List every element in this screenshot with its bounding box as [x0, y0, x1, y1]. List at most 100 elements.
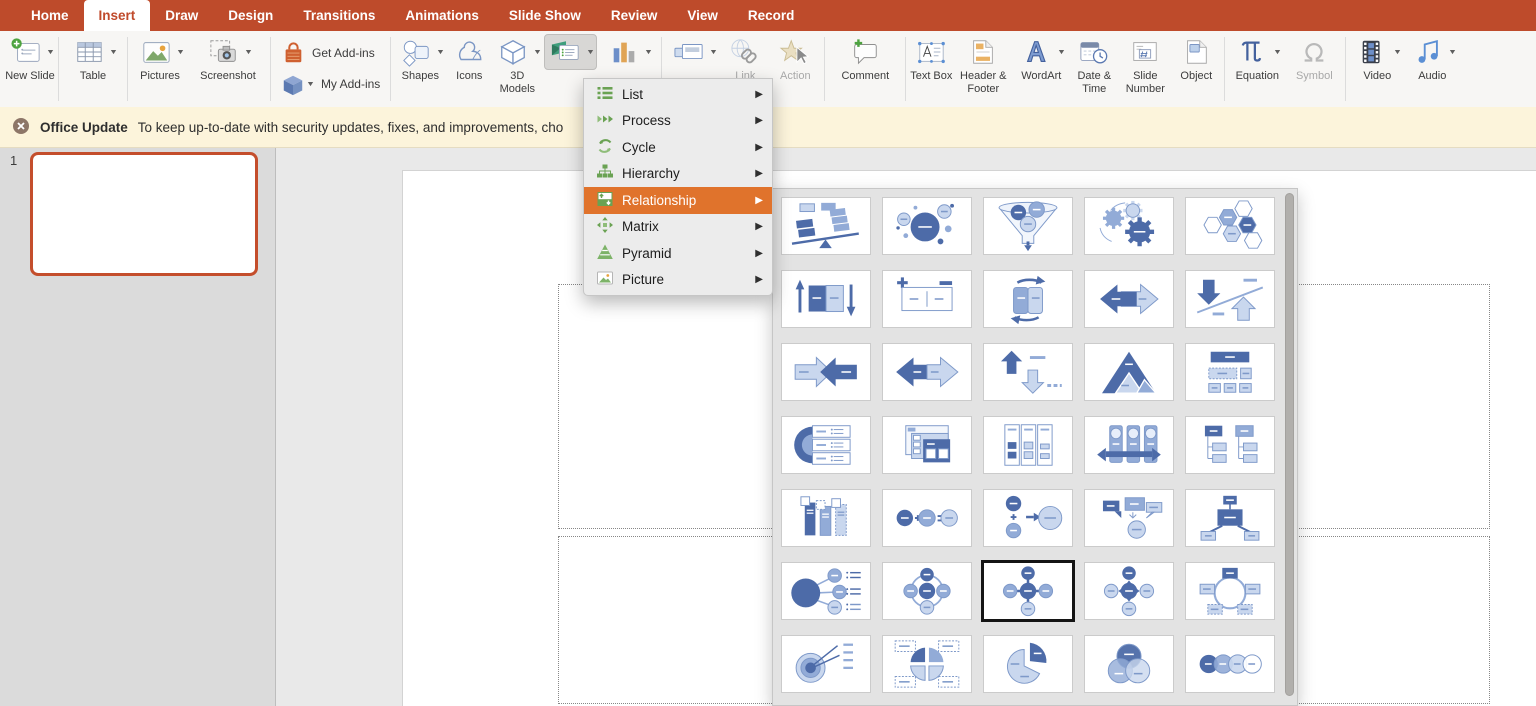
object-icon: [1177, 34, 1215, 70]
menu-item-list[interactable]: List▶: [584, 81, 772, 108]
ribbon-button-label: New Slide: [5, 70, 55, 83]
tab-home[interactable]: Home: [16, 0, 84, 31]
gallery-scrollbar[interactable]: [1285, 193, 1294, 701]
menu-item-matrix[interactable]: Matrix▶: [584, 214, 772, 241]
video-button[interactable]: ▼Video: [1349, 34, 1405, 104]
smartart-layout-converging-arrows[interactable]: [781, 343, 871, 401]
tab-draw[interactable]: Draw: [150, 0, 213, 31]
tab-transitions[interactable]: Transitions: [288, 0, 390, 31]
audio-button[interactable]: ▼Audio: [1405, 34, 1459, 104]
menu-item-process[interactable]: Process▶: [584, 108, 772, 135]
ribbon-button-label: WordArt: [1021, 70, 1061, 83]
smartart-layout-diverging-arrows[interactable]: [882, 343, 972, 401]
ribbon-separator: [1224, 37, 1225, 101]
tab-slide-show[interactable]: Slide Show: [494, 0, 596, 31]
header-footer-button[interactable]: Header & Footer: [953, 34, 1013, 104]
smartart-layout-basic-pie[interactable]: [983, 635, 1073, 693]
smartart-menu: List▶Process▶Cycle▶Hierarchy▶Relationshi…: [583, 78, 773, 296]
dropdown-caret-icon: ▼: [533, 49, 542, 56]
menu-item-hierarchy[interactable]: Hierarchy▶: [584, 161, 772, 188]
smartart-layout-callout-circle[interactable]: [1084, 489, 1174, 547]
smartart-layout-basic-venn[interactable]: [1084, 635, 1174, 693]
menu-item-relationship[interactable]: Relationship▶: [584, 187, 772, 214]
smartart-layout-counterbalance-arrows[interactable]: [781, 270, 871, 328]
table-button[interactable]: ▼Table: [62, 34, 124, 104]
smartart-layout-diverging-radial[interactable]: [983, 562, 1073, 620]
action-button: Action: [769, 34, 821, 104]
3d-models-button[interactable]: ▼3D Models: [492, 34, 542, 104]
smartart-layout-nested-frames[interactable]: [882, 416, 972, 474]
dropdown-caret-icon: ▼: [306, 81, 315, 88]
notification-title: Office Update: [40, 120, 128, 135]
smartart-layout-opposing-arrows[interactable]: [1084, 270, 1174, 328]
link-icon: [726, 34, 764, 70]
screenshot-button[interactable]: ▼Screenshot: [189, 34, 267, 104]
menu-item-picture[interactable]: Picture▶: [584, 267, 772, 294]
submenu-arrow-icon: ▶: [755, 89, 763, 100]
smartart-layout-quadrant-callouts[interactable]: [882, 635, 972, 693]
pictures-button[interactable]: ▼Pictures: [131, 34, 189, 104]
smartart-layout-paired-hierarchy[interactable]: [1185, 416, 1275, 474]
smartart-layout-half-circle-list[interactable]: [781, 416, 871, 474]
smartart-layout-reverse-cycle[interactable]: [983, 270, 1073, 328]
smartart-layout-segmented-pyramid[interactable]: [1084, 343, 1174, 401]
object-button[interactable]: Object: [1171, 34, 1221, 104]
ribbon-button-label: Table: [80, 70, 106, 83]
smartart-layout-balance[interactable]: [781, 197, 871, 255]
smartart-layout-basic-radial[interactable]: [882, 562, 972, 620]
smartart-layout-cycle-relationship[interactable]: [1185, 562, 1275, 620]
new-slide-button[interactable]: ▼New Slide: [5, 34, 55, 104]
smartart-layout-gear[interactable]: [1084, 197, 1174, 255]
smartart-layout-alternating-hexagons[interactable]: [1185, 197, 1275, 255]
smartart-layout-equation[interactable]: [882, 489, 972, 547]
slide-thumbnail[interactable]: [30, 152, 258, 276]
smartart-layout-radial-list[interactable]: [781, 562, 871, 620]
tab-insert[interactable]: Insert: [84, 0, 151, 31]
wordart-button[interactable]: ▼WordArt: [1013, 34, 1069, 104]
get-add-ins-button[interactable]: Get Add-ins: [281, 42, 380, 66]
smartart-layout-converging-radial[interactable]: [1084, 562, 1174, 620]
smartart-layout-vertical-equation[interactable]: [983, 489, 1073, 547]
submenu-arrow-icon: ▶: [755, 274, 763, 285]
smartart-layout-picture-column-arrows[interactable]: [1084, 416, 1174, 474]
icons-button[interactable]: Icons: [446, 34, 492, 104]
smartart-layout-up-down-arrows[interactable]: [983, 343, 1073, 401]
smartart-layout-vertical-column-list[interactable]: [983, 416, 1073, 474]
smartart-layout-picture-accent-bars[interactable]: [781, 489, 871, 547]
smartart-layout-stacked-list[interactable]: [1185, 343, 1275, 401]
tab-animations[interactable]: Animations: [390, 0, 494, 31]
ribbon-button-label: Header & Footer: [953, 70, 1013, 96]
slide-thumbnail-panel: 1: [0, 148, 276, 706]
menu-item-pyramid[interactable]: Pyramid▶: [584, 240, 772, 267]
tab-design[interactable]: Design: [213, 0, 288, 31]
dropdown-caret-icon: ▼: [1393, 49, 1402, 56]
smartart-layout-labeled-hierarchy[interactable]: [1185, 489, 1275, 547]
ribbon-button-label: Shapes: [402, 70, 439, 83]
icons-icon: [450, 34, 488, 70]
tab-record[interactable]: Record: [733, 0, 810, 31]
equation-button[interactable]: ▼Equation: [1228, 34, 1286, 104]
my-add-ins-button[interactable]: ▼My Add-ins: [281, 73, 380, 97]
smartart-layout-radial-target-list[interactable]: [781, 635, 871, 693]
tab-view[interactable]: View: [672, 0, 733, 31]
shapes-button[interactable]: ▼Shapes: [394, 34, 446, 104]
menu-item-cycle[interactable]: Cycle▶: [584, 134, 772, 161]
smartart-layout-funnel[interactable]: [983, 197, 1073, 255]
smartart-layout-plus-and-minus[interactable]: [882, 270, 972, 328]
menu-item-label: Hierarchy: [622, 166, 747, 181]
scrollbar-thumb[interactable]: [1285, 193, 1294, 696]
date-time-button[interactable]: Date & Time: [1069, 34, 1119, 104]
smartart-layout-linear-venn[interactable]: [1185, 635, 1275, 693]
close-icon[interactable]: [12, 117, 30, 138]
ribbon-button-label: Screenshot: [200, 70, 256, 83]
text-box-button[interactable]: Text Box: [909, 34, 953, 104]
ribbon-group-slides: ▼New Slide: [4, 31, 56, 107]
ribbon-group-media: ▼Video▼Audio: [1348, 31, 1460, 107]
comment-button[interactable]: Comment: [828, 34, 902, 104]
smartart-layout-arrow-balance[interactable]: [1185, 270, 1275, 328]
symbol-icon: [1295, 34, 1333, 70]
smartart-layout-bubble-cluster[interactable]: [882, 197, 972, 255]
tab-review[interactable]: Review: [596, 0, 673, 31]
ribbon-separator: [127, 37, 128, 101]
slide-number-button[interactable]: Slide Number: [1119, 34, 1171, 104]
